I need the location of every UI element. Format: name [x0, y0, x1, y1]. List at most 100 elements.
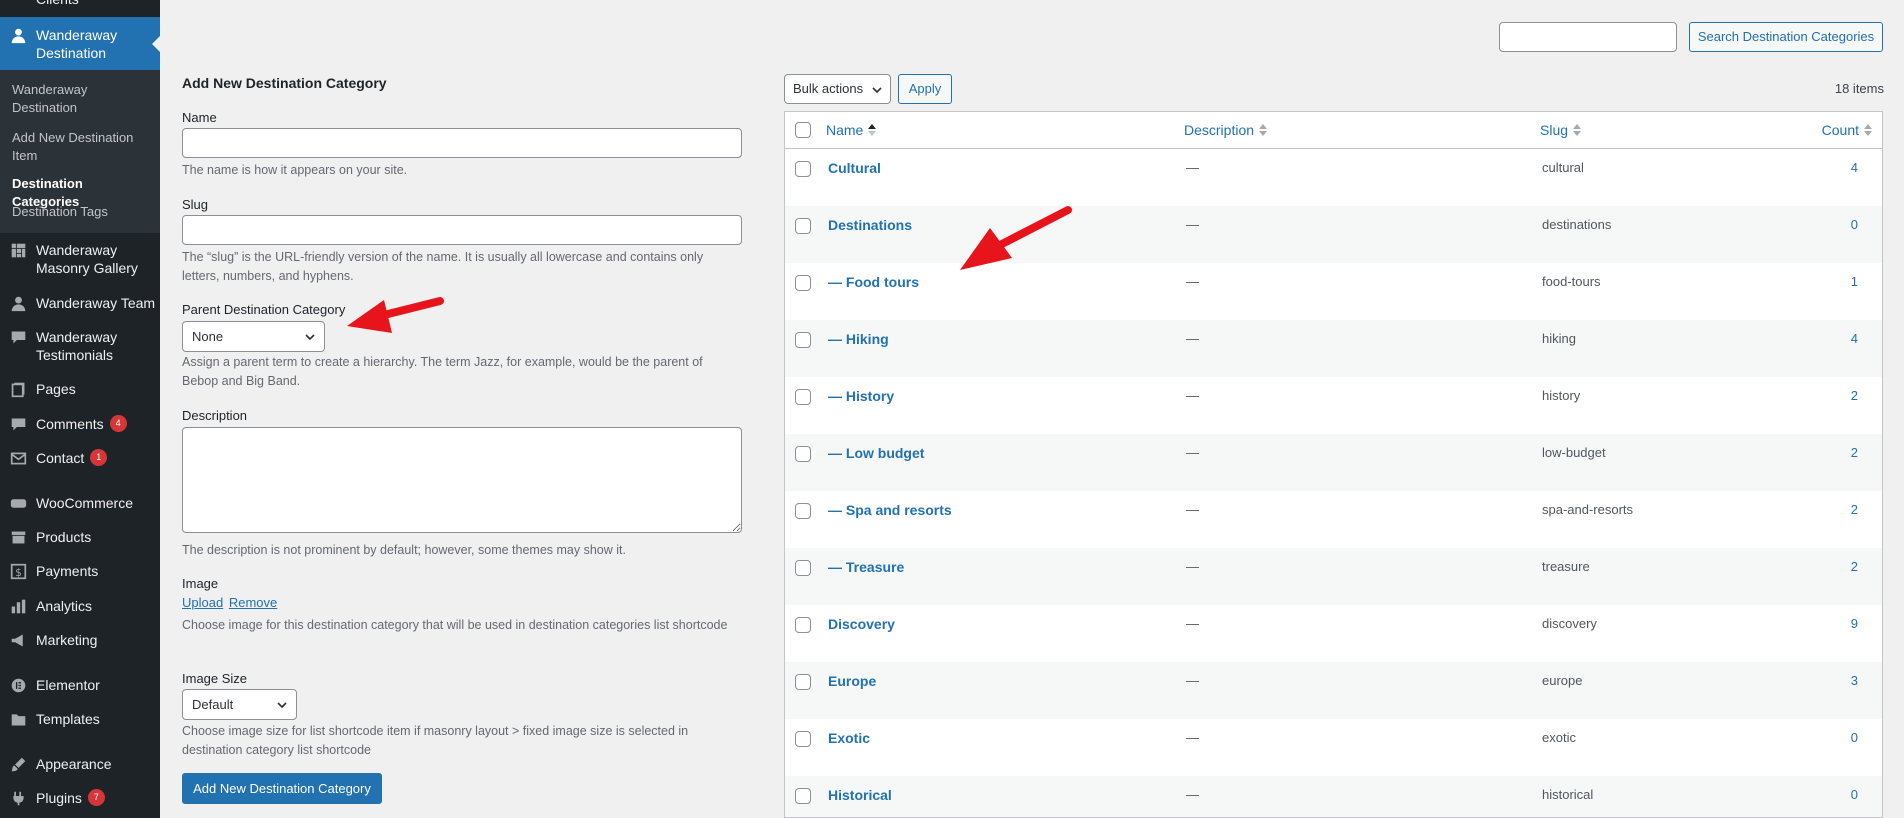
sidebar-item-plugins[interactable]: Plugins 7 — [0, 789, 160, 807]
sidebar-item-payments[interactable]: $ Payments — [0, 562, 160, 580]
apply-button[interactable]: Apply — [898, 74, 952, 104]
category-name-link[interactable]: — Spa and resorts — [828, 502, 952, 518]
row-checkbox[interactable] — [795, 389, 811, 405]
sidebar-item-testimonials[interactable]: Wanderaway Testimonials — [0, 328, 160, 364]
category-name-link[interactable]: Destinations — [828, 217, 912, 233]
category-count-link[interactable]: 9 — [1851, 616, 1858, 631]
sidebar-item-label: Elementor — [36, 677, 100, 693]
bulk-actions-select[interactable]: Bulk actions — [784, 74, 891, 104]
select-all-checkbox[interactable] — [795, 122, 811, 138]
row-checkbox[interactable] — [795, 275, 811, 291]
comments-count-badge: 4 — [109, 415, 127, 432]
sidebar-item-label: Templates — [36, 711, 100, 727]
row-checkbox[interactable] — [795, 332, 811, 348]
plug-icon — [8, 789, 28, 807]
table-row: — Hiking — hiking 4 — [785, 320, 1882, 377]
category-count-link[interactable]: 2 — [1851, 445, 1858, 460]
chevron-down-icon — [305, 334, 315, 341]
sidebar-item-masonry-gallery[interactable]: Wanderaway Masonry Gallery — [0, 241, 160, 277]
column-header-name[interactable]: Name — [826, 122, 877, 138]
image-actions: Upload Remove — [182, 595, 277, 610]
sidebar-item-comments[interactable]: Comments 4 — [0, 415, 160, 433]
category-name-link[interactable]: Discovery — [828, 616, 895, 632]
sidebar-item-woocommerce[interactable]: WooCommerce — [0, 494, 160, 512]
submenu-item-wanderaway-destination[interactable]: Wanderaway Destination — [12, 81, 152, 117]
bar-chart-icon — [8, 597, 28, 615]
category-description: — — [1186, 787, 1199, 802]
sidebar-item-clients[interactable]: Clients — [0, 0, 160, 8]
sidebar-item-marketing[interactable]: Marketing — [0, 631, 160, 649]
column-header-slug[interactable]: Slug — [1540, 122, 1582, 138]
image-size-select[interactable]: Default — [182, 689, 297, 720]
name-help-text: The name is how it appears on your site. — [182, 163, 408, 177]
category-description: — — [1186, 331, 1199, 346]
category-count-link[interactable]: 1 — [1851, 274, 1858, 289]
category-name-link[interactable]: Exotic — [828, 730, 870, 746]
row-checkbox[interactable] — [795, 560, 811, 576]
description-textarea[interactable] — [182, 427, 742, 533]
submenu-item-add-new-destination-item[interactable]: Add New Destination Item — [12, 129, 152, 165]
remove-link[interactable]: Remove — [229, 595, 277, 610]
admin-sidebar: Clients Wanderaway Destination Wanderawa… — [0, 0, 160, 818]
row-checkbox[interactable] — [795, 446, 811, 462]
sidebar-item-team[interactable]: Wanderaway Team — [0, 294, 160, 312]
category-slug: hiking — [1542, 331, 1576, 346]
row-checkbox[interactable] — [795, 674, 811, 690]
parent-category-select[interactable]: None — [182, 321, 325, 352]
category-slug: exotic — [1542, 730, 1576, 745]
table-row: — Spa and resorts — spa-and-resorts 2 — [785, 491, 1882, 548]
archive-icon — [8, 528, 28, 546]
name-field[interactable] — [182, 128, 742, 158]
image-label: Image — [182, 576, 219, 591]
sidebar-item-templates[interactable]: Templates — [0, 710, 160, 728]
table-row: Europe — europe 3 — [785, 662, 1882, 719]
category-count-link[interactable]: 2 — [1851, 502, 1858, 517]
column-header-count[interactable]: Count — [1822, 122, 1872, 138]
category-name-link[interactable]: — Low budget — [828, 445, 924, 461]
search-input[interactable] — [1499, 22, 1677, 52]
sidebar-item-analytics[interactable]: Analytics — [0, 597, 160, 615]
category-name-link[interactable]: Cultural — [828, 160, 881, 176]
category-count-link[interactable]: 2 — [1851, 388, 1858, 403]
sidebar-item-appearance[interactable]: Appearance — [0, 755, 160, 773]
sidebar-item-label: Contact — [36, 450, 85, 466]
category-name-link[interactable]: — Hiking — [828, 331, 889, 347]
table-row: Cultural — cultural 4 — [785, 149, 1882, 206]
sidebar-item-products[interactable]: Products — [0, 528, 160, 546]
column-header-description[interactable]: Description — [1184, 122, 1268, 138]
image-size-label: Image Size — [182, 671, 248, 686]
sidebar-item-wanderaway-destination[interactable]: Wanderaway Destination — [0, 17, 160, 70]
row-checkbox[interactable] — [795, 788, 811, 804]
category-count-link[interactable]: 4 — [1851, 331, 1858, 346]
category-count-link[interactable]: 0 — [1851, 217, 1858, 232]
slug-help-text: The “slug” is the URL-friendly version o… — [182, 250, 704, 283]
category-count-link[interactable]: 4 — [1851, 160, 1858, 175]
category-name-link[interactable]: — Food tours — [828, 274, 919, 290]
add-new-category-button[interactable]: Add New Destination Category — [182, 773, 382, 804]
sidebar-item-elementor[interactable]: Elementor — [0, 676, 160, 694]
column-header-label: Slug — [1540, 122, 1569, 138]
row-checkbox[interactable] — [795, 617, 811, 633]
sidebar-item-pages[interactable]: Pages — [0, 380, 160, 398]
sidebar-item-contact[interactable]: Contact 1 — [0, 449, 160, 467]
category-name-link[interactable]: — Treasure — [828, 559, 904, 575]
row-checkbox[interactable] — [795, 218, 811, 234]
category-count-link[interactable]: 0 — [1851, 787, 1858, 802]
upload-link[interactable]: Upload — [182, 595, 223, 610]
category-count-link[interactable]: 0 — [1851, 730, 1858, 745]
row-checkbox[interactable] — [795, 731, 811, 747]
category-slug: discovery — [1542, 616, 1597, 631]
row-checkbox[interactable] — [795, 161, 811, 177]
category-description: — — [1186, 160, 1199, 175]
category-name-link[interactable]: Europe — [828, 673, 876, 689]
search-categories-button[interactable]: Search Destination Categories — [1689, 22, 1883, 52]
user-icon — [8, 0, 28, 8]
category-count-link[interactable]: 3 — [1851, 673, 1858, 688]
sidebar-item-label: Wanderaway Masonry Gallery — [36, 242, 138, 276]
row-checkbox[interactable] — [795, 503, 811, 519]
category-name-link[interactable]: Historical — [828, 787, 892, 803]
slug-field[interactable] — [182, 215, 742, 245]
category-count-link[interactable]: 2 — [1851, 559, 1858, 574]
submenu-item-destination-tags[interactable]: Destination Tags — [12, 203, 152, 221]
category-name-link[interactable]: — History — [828, 388, 894, 404]
